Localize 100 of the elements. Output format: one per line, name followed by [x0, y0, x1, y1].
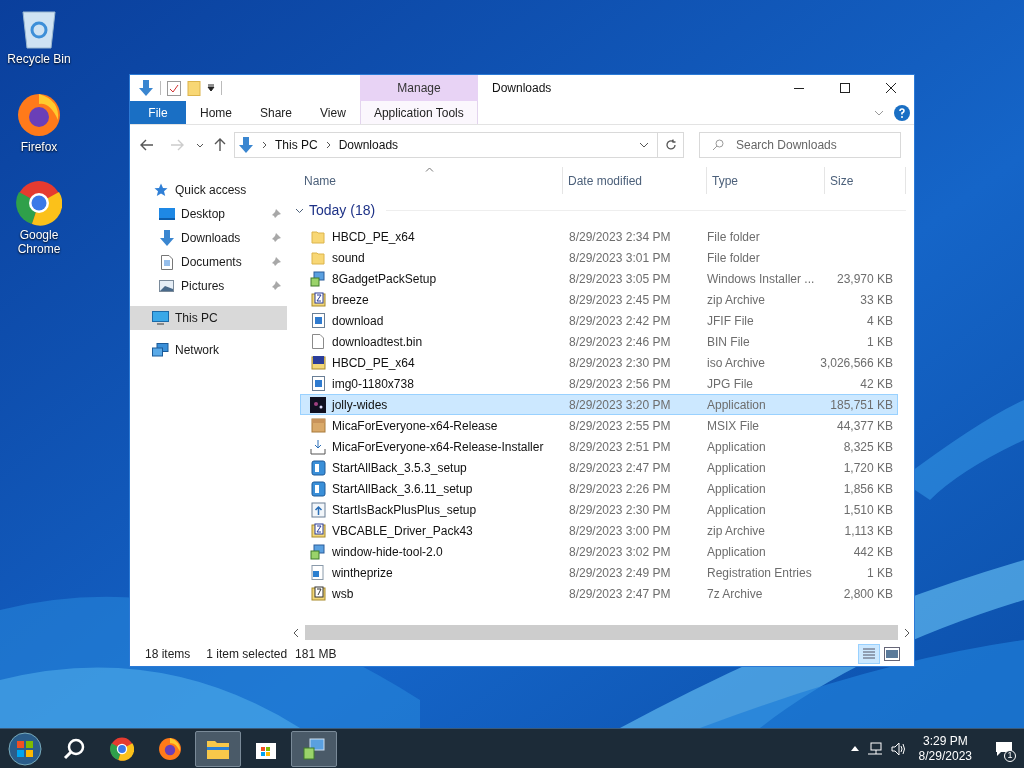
- taskbar-button[interactable]: [291, 730, 337, 767]
- file-row[interactable]: HBCD_PE_x64 8/29/2023 2:30 PM iso Archive 3,026,566 KB: [300, 352, 898, 373]
- installer-icon: [310, 543, 326, 560]
- document-icon: [160, 254, 173, 270]
- tiles-view-icon[interactable]: [884, 647, 900, 661]
- up-arrow-icon[interactable]: [214, 138, 226, 152]
- size-cell-text: 4 KB: [867, 312, 893, 330]
- horizontal-scrollbar[interactable]: [305, 625, 898, 640]
- nav-item[interactable]: This PC: [130, 306, 287, 330]
- type-cell-text: zip Archive: [706, 291, 767, 309]
- file-row[interactable]: img0-1180x738 8/29/2023 2:56 PM JPG File 42 KB: [300, 373, 898, 394]
- file-row[interactable]: wintheprize 8/29/2023 2:49 PM Registration Entries 1 KB: [300, 562, 898, 583]
- scroll-right-icon[interactable]: [902, 627, 912, 638]
- file-name: StartIsBackPlusPlus_setup: [332, 501, 477, 519]
- network-icon[interactable]: [866, 741, 883, 756]
- file-row[interactable]: HBCD_PE_x64 8/29/2023 2:34 PM File folder: [300, 226, 898, 247]
- notification-button[interactable]: 1: [984, 728, 1024, 768]
- file-row[interactable]: StartIsBackPlusPlus_setup 8/29/2023 2:30 PM Application 1,510 KB: [300, 499, 898, 520]
- nav-item[interactable]: Downloads: [130, 226, 287, 250]
- refresh-button[interactable]: [658, 132, 684, 158]
- file-row[interactable]: window-hide-tool-2.0 8/29/2023 3:02 PM Application 442 KB: [300, 541, 898, 562]
- star-icon: [153, 183, 168, 197]
- nav-label: Pictures: [181, 278, 226, 295]
- installer-icon: [302, 736, 326, 761]
- ribbon-tab[interactable]: File: [130, 101, 186, 124]
- size-cell-text: 8,325 KB: [843, 438, 893, 456]
- chevron-right-icon: [325, 141, 331, 149]
- help-icon[interactable]: [894, 104, 910, 121]
- file-row[interactable]: jolly-wides 8/29/2023 3:20 PM Application 185,751 KB: [300, 394, 898, 415]
- nav-item[interactable]: Desktop: [130, 202, 287, 226]
- file-name: window-hide-tool-2.0: [332, 543, 443, 561]
- breadcrumb[interactable]: This PC: [275, 136, 318, 154]
- column-header[interactable]: Date modified: [563, 167, 707, 194]
- file-name: 8GadgetPackSetup: [332, 270, 437, 288]
- dropdown-icon[interactable]: [207, 84, 215, 92]
- desktop-icon-label[interactable]: Google Chrome: [4, 228, 74, 256]
- search-field[interactable]: Search Downloads: [699, 132, 901, 158]
- nav-item[interactable]: Network: [130, 338, 287, 362]
- selection-size: 181 MB: [295, 646, 337, 663]
- file-row[interactable]: MicaForEveryone-x64-Release-Installer 8/29/2023 2:51 PM Application 8,325 KB: [300, 436, 898, 457]
- file-row[interactable]: MicaForEveryone-x64-Release 8/29/2023 2:55 PM MSIX File 44,377 KB: [300, 415, 898, 436]
- ribbon-tab[interactable]: Home: [186, 101, 246, 124]
- size-cell-text: 1 KB: [867, 333, 893, 351]
- file-row[interactable]: 8GadgetPackSetup 8/29/2023 3:05 PM Windows Installer ... 23,970 KB: [300, 268, 898, 289]
- nav-item[interactable]: Quick access: [130, 178, 287, 202]
- pin-icon: [271, 257, 281, 267]
- date-cell-text: 8/29/2023 2:51 PM: [568, 438, 672, 456]
- scroll-left-icon[interactable]: [291, 627, 301, 638]
- clock-date[interactable]: 8/29/2023: [918, 748, 972, 764]
- file-name: download: [332, 312, 384, 330]
- date-cell-text: 8/29/2023 2:47 PM: [568, 459, 672, 477]
- chrome-icon: [16, 180, 62, 226]
- maximize-icon: [840, 83, 850, 93]
- chrome-icon: [110, 736, 134, 761]
- file-name: jolly-wides: [332, 396, 388, 414]
- type-cell-text: Application: [706, 438, 767, 456]
- file-row[interactable]: VBCABLE_Driver_Pack43 8/29/2023 3:00 PM zip Archive 1,113 KB: [300, 520, 898, 541]
- date-cell-text: 8/29/2023 2:30 PM: [568, 501, 672, 519]
- file-row[interactable]: StartAllBack_3.6.11_setup 8/29/2023 2:26 PM Application 1,856 KB: [300, 478, 898, 499]
- ribbon-tab[interactable]: Application Tools: [359, 101, 478, 124]
- desktop-icon-label[interactable]: Recycle Bin: [4, 52, 74, 66]
- setup-icon: [310, 459, 326, 476]
- context-tab-header: Manage: [360, 75, 478, 101]
- column-header[interactable]: Name: [291, 167, 563, 194]
- show-hidden-icon[interactable]: [850, 746, 859, 751]
- size-cell-text: 1 KB: [867, 564, 893, 582]
- nav-item[interactable]: Documents: [130, 250, 287, 274]
- address-bar[interactable]: This PC Downloads: [234, 132, 658, 158]
- ribbon-tab[interactable]: View: [306, 101, 360, 124]
- recent-dropdown-icon[interactable]: [196, 142, 204, 148]
- back-arrow-icon[interactable]: [140, 139, 154, 151]
- network-icon: [152, 343, 169, 357]
- column-header[interactable]: Type: [707, 167, 825, 194]
- size-cell-text: 2,800 KB: [843, 585, 893, 603]
- file-row[interactable]: sound 8/29/2023 3:01 PM File folder: [300, 247, 898, 268]
- pin-icon: [271, 209, 281, 219]
- type-cell-text: 7z Archive: [706, 585, 764, 603]
- file-row[interactable]: breeze 8/29/2023 2:45 PM zip Archive 33 KB: [300, 289, 898, 310]
- clock-time[interactable]: 3:29 PM: [922, 733, 968, 749]
- properties-icon[interactable]: [167, 80, 181, 96]
- file-name: sound: [332, 249, 365, 267]
- file-row[interactable]: downloadtest.bin 8/29/2023 2:46 PM BIN File 1 KB: [300, 331, 898, 352]
- file-row[interactable]: StartAllBack_3.5.3_setup 8/29/2023 2:47 PM Application 1,720 KB: [300, 457, 898, 478]
- file-name: breeze: [332, 291, 369, 309]
- app-icon: [310, 396, 326, 413]
- ribbon-tab[interactable]: Share: [246, 101, 307, 124]
- desktop-icon-label[interactable]: Firefox: [4, 140, 74, 154]
- nav-item[interactable]: Pictures: [130, 274, 287, 298]
- group-header[interactable]: Today (18): [291, 199, 914, 221]
- column-header[interactable]: Size: [825, 167, 906, 194]
- nav-label: Downloads: [181, 230, 242, 247]
- breadcrumb[interactable]: Downloads: [338, 136, 399, 154]
- taskbar-button[interactable]: [195, 730, 241, 767]
- type-cell-text: Application: [706, 480, 767, 498]
- date-cell-text: 8/29/2023 2:45 PM: [568, 291, 672, 309]
- chevron-down-icon[interactable]: [639, 142, 649, 148]
- file-row[interactable]: wsb 8/29/2023 2:47 PM 7z Archive 2,800 KB: [300, 583, 898, 604]
- file-row[interactable]: download 8/29/2023 2:42 PM JFIF File 4 KB: [300, 310, 898, 331]
- volume-icon[interactable]: [890, 741, 907, 756]
- zip-icon: [310, 523, 326, 538]
